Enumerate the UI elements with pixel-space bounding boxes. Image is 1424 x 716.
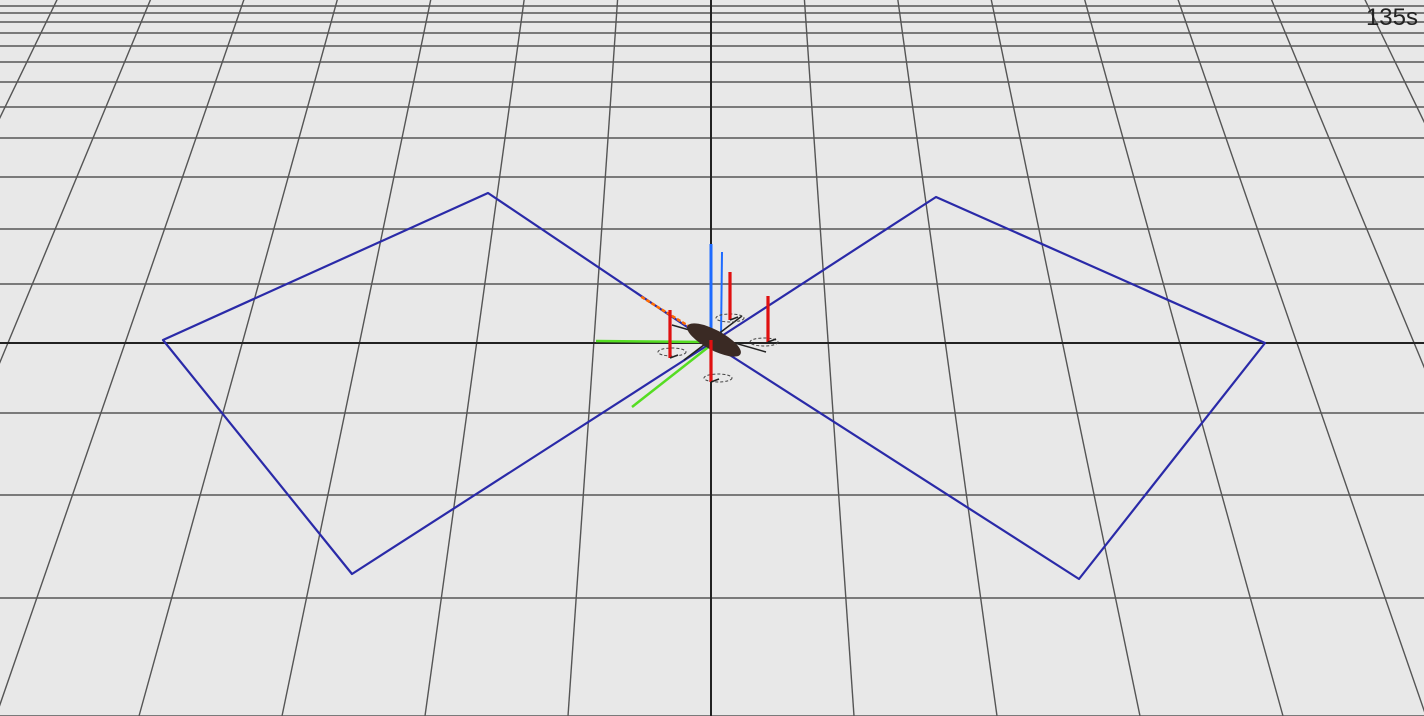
body-y-axis: [595, 339, 712, 344]
3d-viewport[interactable]: 135s: [0, 0, 1424, 716]
body-z-axis-secondary: [720, 251, 723, 339]
scene-canvas[interactable]: [0, 0, 1424, 716]
simulation-time-label: 135s: [1365, 4, 1418, 31]
